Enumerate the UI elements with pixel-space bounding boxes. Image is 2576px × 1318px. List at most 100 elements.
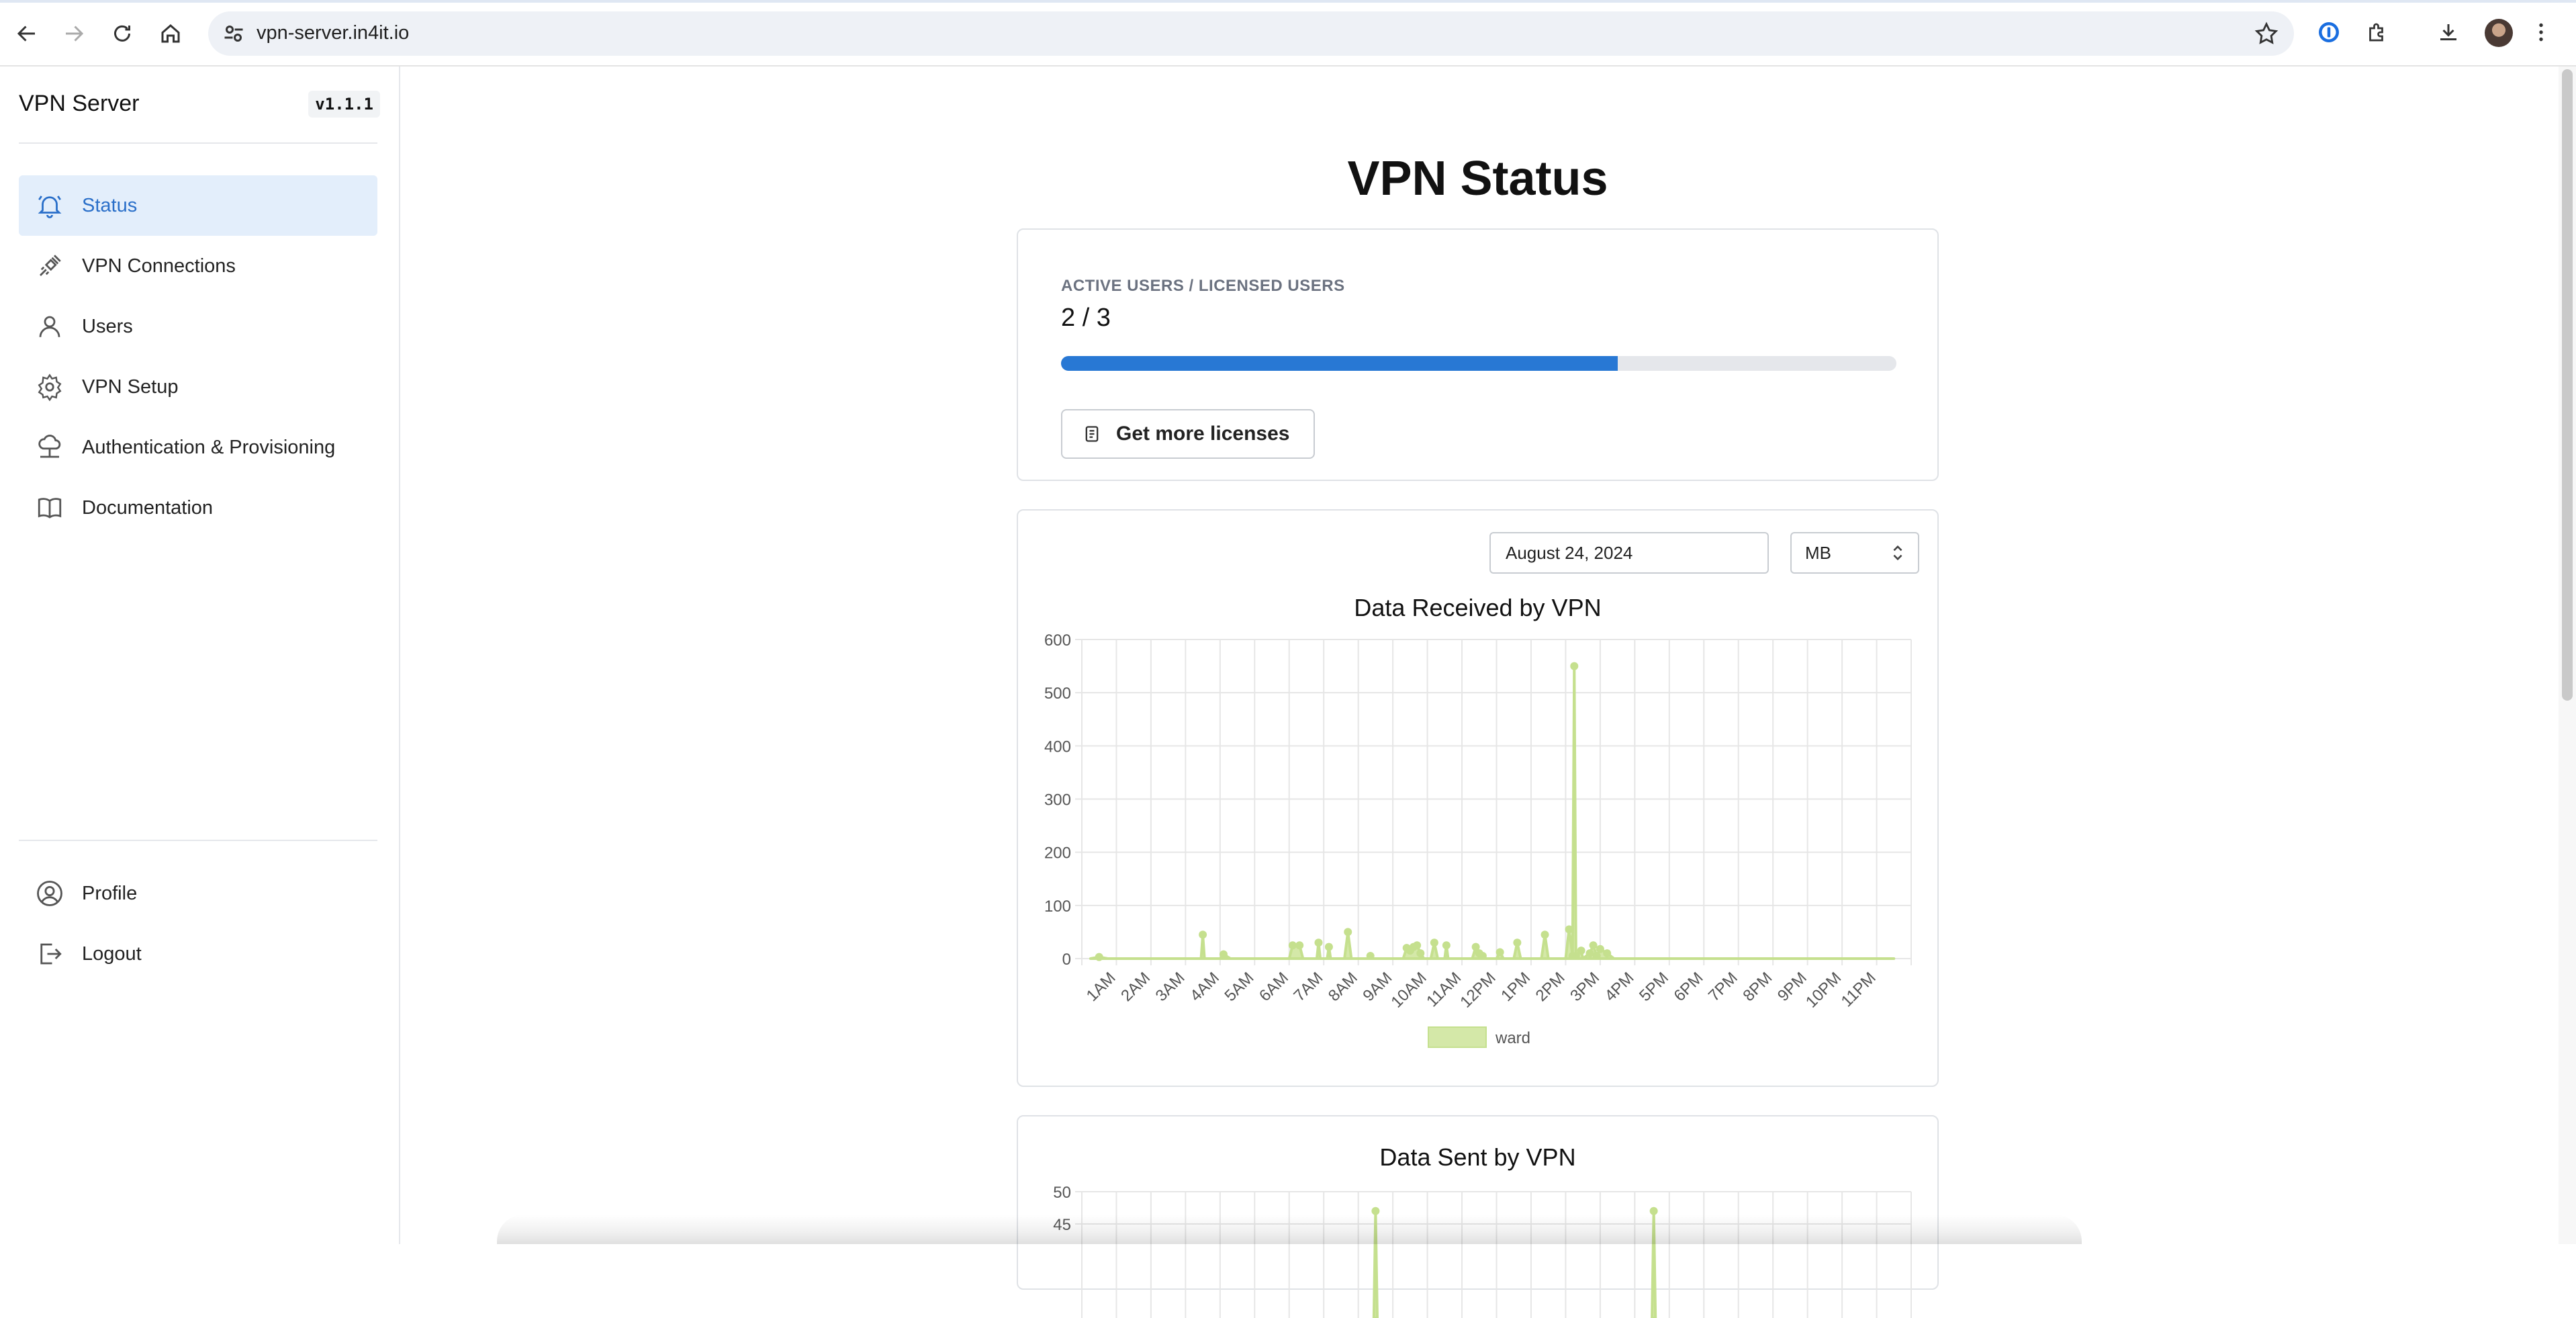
- x-tick-label: 8AM: [1325, 969, 1361, 1005]
- sidebar-item-authentication-provisioning[interactable]: Authentication & Provisioning: [19, 417, 377, 478]
- x-tick-label: 3PM: [1567, 969, 1603, 1005]
- data-point: [1442, 941, 1451, 950]
- sidebar-item-profile[interactable]: Profile: [19, 863, 377, 924]
- profile-avatar[interactable]: [2485, 19, 2513, 47]
- x-tick-label: 11PM: [1838, 969, 1880, 1010]
- download-icon: [2440, 24, 2456, 40]
- more-vertical-icon: [2539, 23, 2543, 42]
- forward-button[interactable]: [55, 15, 93, 52]
- page-scrollbar[interactable]: [2559, 67, 2576, 1244]
- license-card: ACTIVE USERS / LICENSED USERS 2 / 3 Get …: [1017, 228, 1939, 481]
- sidebar-item-status[interactable]: Status: [19, 175, 377, 236]
- x-tick-label: 7PM: [1705, 969, 1741, 1005]
- data-point: [1649, 1206, 1658, 1215]
- home-icon: [161, 24, 180, 43]
- bookmark-star-icon[interactable]: [2254, 21, 2279, 46]
- home-button[interactable]: [152, 15, 189, 52]
- x-tick-label: 2AM: [1117, 969, 1154, 1005]
- chart-sent: 4550: [1053, 1184, 1912, 1318]
- data-point: [1513, 938, 1522, 947]
- data-point: [1592, 952, 1601, 961]
- x-tick-label: 10AM: [1387, 969, 1430, 1011]
- sidebar-item-label: Authentication & Provisioning: [82, 436, 336, 458]
- site-settings-icon[interactable]: [222, 21, 246, 46]
- x-tick-label: 3AM: [1152, 969, 1189, 1005]
- chart-legend: ward: [1428, 1026, 1530, 1048]
- scrollbar-thumb[interactable]: [2562, 69, 2573, 701]
- data-point: [1589, 941, 1598, 950]
- sidebar-item-vpn-setup[interactable]: VPN Setup: [19, 357, 377, 417]
- data-point: [1288, 941, 1297, 950]
- x-tick-label: 4PM: [1602, 969, 1638, 1005]
- x-tick-label: 7AM: [1290, 969, 1326, 1005]
- data-point: [1570, 662, 1579, 670]
- license-stat-label: ACTIVE USERS / LICENSED USERS: [1061, 277, 1345, 295]
- browser-toolbar: vpn-server.in4it.io: [0, 0, 2576, 67]
- user-circle-icon: [35, 879, 64, 908]
- y-tick-label: 50: [1053, 1184, 1071, 1202]
- x-tick-label: 1PM: [1498, 969, 1534, 1005]
- reload-button[interactable]: [103, 15, 141, 52]
- brand-title: VPN Server: [19, 91, 140, 116]
- sidebar-item-users[interactable]: Users: [19, 296, 377, 357]
- unit-select[interactable]: MB: [1790, 532, 1919, 574]
- data-point: [1496, 948, 1504, 957]
- downloads-button[interactable]: [2434, 17, 2463, 47]
- book-icon: [35, 493, 64, 523]
- license-progress-bar: [1061, 356, 1896, 371]
- gear-icon: [35, 372, 64, 402]
- get-more-licenses-button[interactable]: Get more licenses: [1061, 409, 1316, 459]
- url-text: vpn-server.in4it.io: [257, 22, 410, 44]
- y-tick-label: 300: [1044, 791, 1071, 809]
- data-sent-card: Data Sent by VPN 4550: [1017, 1115, 1939, 1318]
- bell-icon: [35, 191, 64, 220]
- data-point: [1324, 942, 1333, 951]
- version-badge: v1.1.1: [308, 91, 380, 118]
- cloud-network-icon: [35, 433, 64, 462]
- x-tick-label: 12PM: [1457, 969, 1499, 1011]
- sidebar-item-logout[interactable]: Logout: [19, 924, 377, 984]
- chevron-updown-icon: [1893, 545, 1902, 561]
- sidebar-item-label: Profile: [82, 882, 138, 904]
- data-point: [1478, 952, 1487, 961]
- puzzle-icon: [2369, 23, 2383, 42]
- y-tick-label: 200: [1044, 844, 1071, 863]
- get-more-licenses-label: Get more licenses: [1116, 423, 1290, 445]
- sidebar-divider: [19, 142, 377, 144]
- password-manager-icon: [2319, 22, 2339, 42]
- page-title: VPN Status: [1347, 152, 1608, 206]
- x-tick-label: 4AM: [1187, 969, 1223, 1005]
- sidebar-item-documentation[interactable]: Documentation: [19, 478, 377, 538]
- y-tick-label: 0: [1062, 951, 1071, 969]
- data-point: [1577, 947, 1585, 955]
- data-point: [1366, 952, 1375, 961]
- sidebar-item-label: Status: [82, 194, 138, 216]
- x-tick-label: 10PM: [1802, 969, 1845, 1011]
- browser-menu-button[interactable]: [2526, 17, 2556, 47]
- x-tick-label: 1AM: [1083, 969, 1119, 1005]
- data-point: [1371, 1206, 1380, 1215]
- sidebar: VPN Server v1.1.1 Status VPN Connections…: [0, 67, 400, 1244]
- password-manager-extension[interactable]: [2314, 17, 2344, 47]
- data-point: [1344, 928, 1352, 936]
- sidebar-item-label: Documentation: [82, 496, 214, 519]
- chart-title-sent: Data Sent by VPN: [1379, 1143, 1576, 1171]
- logout-icon: [35, 939, 64, 969]
- y-tick-label: 100: [1044, 897, 1071, 916]
- address-bar[interactable]: vpn-server.in4it.io: [208, 11, 2294, 56]
- extensions-button[interactable]: [2362, 17, 2392, 47]
- data-point: [1095, 953, 1103, 961]
- sidebar-item-vpn-connections[interactable]: VPN Connections: [19, 236, 377, 296]
- user-icon: [35, 312, 64, 341]
- date-picker-input[interactable]: [1489, 532, 1769, 574]
- data-point: [1199, 930, 1207, 939]
- y-tick-label: 400: [1044, 738, 1071, 756]
- sidebar-item-label: Logout: [82, 942, 142, 965]
- sidebar-divider: [19, 840, 377, 841]
- legend-swatch: [1428, 1026, 1487, 1048]
- plug-icon: [35, 251, 64, 281]
- x-tick-label: 5AM: [1222, 969, 1258, 1005]
- chart-received: 0 100 200 300 400 500 600 1AM2AM3AM4AM5AM6AM7AM…: [1044, 631, 1912, 1048]
- back-button[interactable]: [8, 15, 46, 52]
- data-point: [1596, 944, 1604, 953]
